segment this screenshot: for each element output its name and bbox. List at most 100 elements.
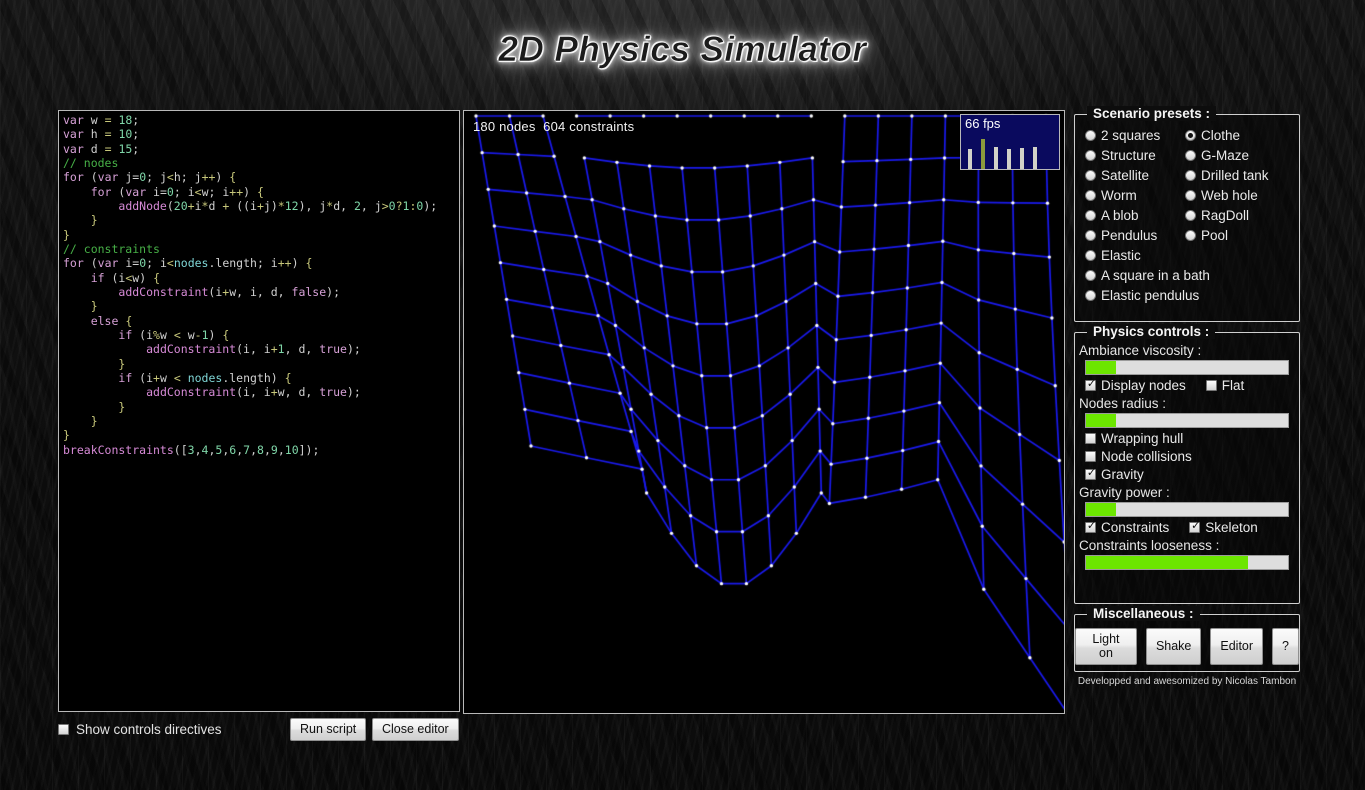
show-controls-directives-label[interactable]: Show controls directives bbox=[76, 722, 222, 737]
code-token: ? bbox=[396, 199, 403, 213]
code-token: ([ bbox=[174, 443, 188, 457]
preset-radio[interactable] bbox=[1185, 190, 1196, 201]
preset-item-satellite[interactable]: Satellite bbox=[1085, 165, 1185, 185]
preset-label[interactable]: RagDoll bbox=[1201, 208, 1249, 223]
code-token bbox=[63, 371, 118, 385]
preset-label[interactable]: A blob bbox=[1101, 208, 1139, 223]
skeleton-label[interactable]: Skeleton bbox=[1205, 520, 1258, 535]
flat-label[interactable]: Flat bbox=[1222, 378, 1245, 393]
skeleton-checkbox[interactable] bbox=[1189, 522, 1200, 533]
gravity-checkbox[interactable] bbox=[1085, 469, 1096, 480]
misc-button-light-on[interactable]: Light on bbox=[1075, 628, 1137, 665]
preset-item-structure[interactable]: Structure bbox=[1085, 145, 1185, 165]
code-token: { bbox=[285, 371, 292, 385]
code-token: ; bbox=[132, 142, 139, 156]
scenario-presets-list: 2 squares Clothe Structure G-Maze Satellite D… bbox=[1085, 125, 1291, 305]
node-collisions-label[interactable]: Node collisions bbox=[1101, 449, 1192, 464]
preset-label[interactable]: Structure bbox=[1101, 148, 1156, 163]
node-collisions-checkbox[interactable] bbox=[1085, 451, 1096, 462]
preset-item-g-maze[interactable]: G-Maze bbox=[1185, 145, 1291, 165]
preset-label[interactable]: 2 squares bbox=[1101, 128, 1160, 143]
run-script-button[interactable]: Run script bbox=[290, 718, 366, 741]
code-token: ); bbox=[423, 199, 437, 213]
code-token: < bbox=[167, 256, 174, 270]
misc-button-shake[interactable]: Shake bbox=[1146, 628, 1201, 665]
constraints-label[interactable]: Constraints bbox=[1101, 520, 1169, 535]
preset-item-worm[interactable]: Worm bbox=[1085, 185, 1185, 205]
preset-item-elastic[interactable]: Elastic bbox=[1085, 245, 1185, 265]
preset-item-2-squares[interactable]: 2 squares bbox=[1085, 125, 1185, 145]
preset-item-drilled-tank[interactable]: Drilled tank bbox=[1185, 165, 1291, 185]
simulation-panel[interactable]: 180 nodes 604 constraints 66 fps bbox=[463, 110, 1065, 714]
show-controls-directives-row[interactable]: Show controls directives bbox=[58, 722, 222, 737]
preset-label[interactable]: Clothe bbox=[1201, 128, 1240, 143]
preset-radio[interactable] bbox=[1185, 230, 1196, 241]
preset-label[interactable]: Drilled tank bbox=[1201, 168, 1269, 183]
display-nodes-checkbox[interactable] bbox=[1085, 380, 1096, 391]
preset-label[interactable]: A square in a bath bbox=[1101, 268, 1210, 283]
preset-label[interactable]: Satellite bbox=[1101, 168, 1149, 183]
code-token: } bbox=[91, 213, 98, 227]
nodes-radius-slider[interactable] bbox=[1085, 413, 1289, 428]
preset-radio[interactable] bbox=[1085, 250, 1096, 261]
code-token bbox=[63, 199, 118, 213]
preset-radio[interactable] bbox=[1085, 150, 1096, 161]
preset-item-pendulus[interactable]: Pendulus bbox=[1085, 225, 1185, 245]
scenario-presets-legend: Scenario presets : bbox=[1087, 106, 1216, 121]
simulation-canvas[interactable] bbox=[464, 111, 1064, 713]
misc-button-editor[interactable]: Editor bbox=[1210, 628, 1263, 665]
preset-label[interactable]: Worm bbox=[1101, 188, 1137, 203]
preset-label[interactable]: Pool bbox=[1201, 228, 1228, 243]
close-editor-button[interactable]: Close editor bbox=[372, 718, 459, 741]
preset-item-a-square-in-a-bath[interactable]: A square in a bath bbox=[1085, 265, 1291, 285]
code-token: w bbox=[160, 371, 174, 385]
misc-button-[interactable]: ? bbox=[1272, 628, 1299, 665]
preset-item-pool[interactable]: Pool bbox=[1185, 225, 1291, 245]
code-token: < bbox=[167, 170, 174, 184]
preset-radio[interactable] bbox=[1085, 270, 1096, 281]
preset-radio[interactable] bbox=[1085, 170, 1096, 181]
preset-radio[interactable] bbox=[1185, 210, 1196, 221]
preset-item-a-blob[interactable]: A blob bbox=[1085, 205, 1185, 225]
code-editor-textarea[interactable]: var w = 18;var h = 10;var d = 15;// node… bbox=[63, 113, 459, 711]
gravity-row: Gravity bbox=[1085, 467, 1299, 482]
preset-label[interactable]: G-Maze bbox=[1201, 148, 1249, 163]
preset-label[interactable]: Web hole bbox=[1201, 188, 1258, 203]
preset-item-web-hole[interactable]: Web hole bbox=[1185, 185, 1291, 205]
code-token bbox=[63, 342, 146, 356]
code-token: < bbox=[195, 185, 202, 199]
show-controls-directives-checkbox[interactable] bbox=[58, 724, 69, 735]
preset-radio[interactable] bbox=[1085, 130, 1096, 141]
code-token: .length) bbox=[222, 371, 284, 385]
wrapping-hull-label[interactable]: Wrapping hull bbox=[1101, 431, 1183, 446]
flat-checkbox[interactable] bbox=[1206, 380, 1217, 391]
wrapping-hull-checkbox[interactable] bbox=[1085, 433, 1096, 444]
code-editor-panel[interactable]: var w = 18;var h = 10;var d = 15;// node… bbox=[58, 110, 460, 712]
code-line: var w = 18; bbox=[63, 113, 459, 127]
preset-label[interactable]: Elastic pendulus bbox=[1101, 288, 1199, 303]
constraints-looseness-slider[interactable] bbox=[1085, 555, 1289, 570]
preset-radio[interactable] bbox=[1185, 130, 1196, 141]
code-token: w; i bbox=[202, 185, 230, 199]
code-token: w, d, bbox=[278, 385, 320, 399]
constraints-checkbox[interactable] bbox=[1085, 522, 1096, 533]
preset-radio[interactable] bbox=[1185, 150, 1196, 161]
preset-radio[interactable] bbox=[1085, 230, 1096, 241]
preset-item-ragdoll[interactable]: RagDoll bbox=[1185, 205, 1291, 225]
gravity-label[interactable]: Gravity bbox=[1101, 467, 1144, 482]
display-nodes-label[interactable]: Display nodes bbox=[1101, 378, 1186, 393]
code-token: 2 bbox=[354, 199, 361, 213]
preset-item-elastic-pendulus[interactable]: Elastic pendulus bbox=[1085, 285, 1291, 305]
preset-item-clothe[interactable]: Clothe bbox=[1185, 125, 1291, 145]
preset-label[interactable]: Pendulus bbox=[1101, 228, 1157, 243]
preset-radio[interactable] bbox=[1085, 210, 1096, 221]
gravity-power-label: Gravity power : bbox=[1079, 485, 1299, 500]
preset-label[interactable]: Elastic bbox=[1101, 248, 1141, 263]
code-token: var bbox=[63, 127, 84, 141]
code-line: } bbox=[63, 428, 459, 442]
preset-radio[interactable] bbox=[1085, 190, 1096, 201]
preset-radio[interactable] bbox=[1185, 170, 1196, 181]
preset-radio[interactable] bbox=[1085, 290, 1096, 301]
ambiance-viscosity-slider[interactable] bbox=[1085, 360, 1289, 375]
gravity-power-slider[interactable] bbox=[1085, 502, 1289, 517]
